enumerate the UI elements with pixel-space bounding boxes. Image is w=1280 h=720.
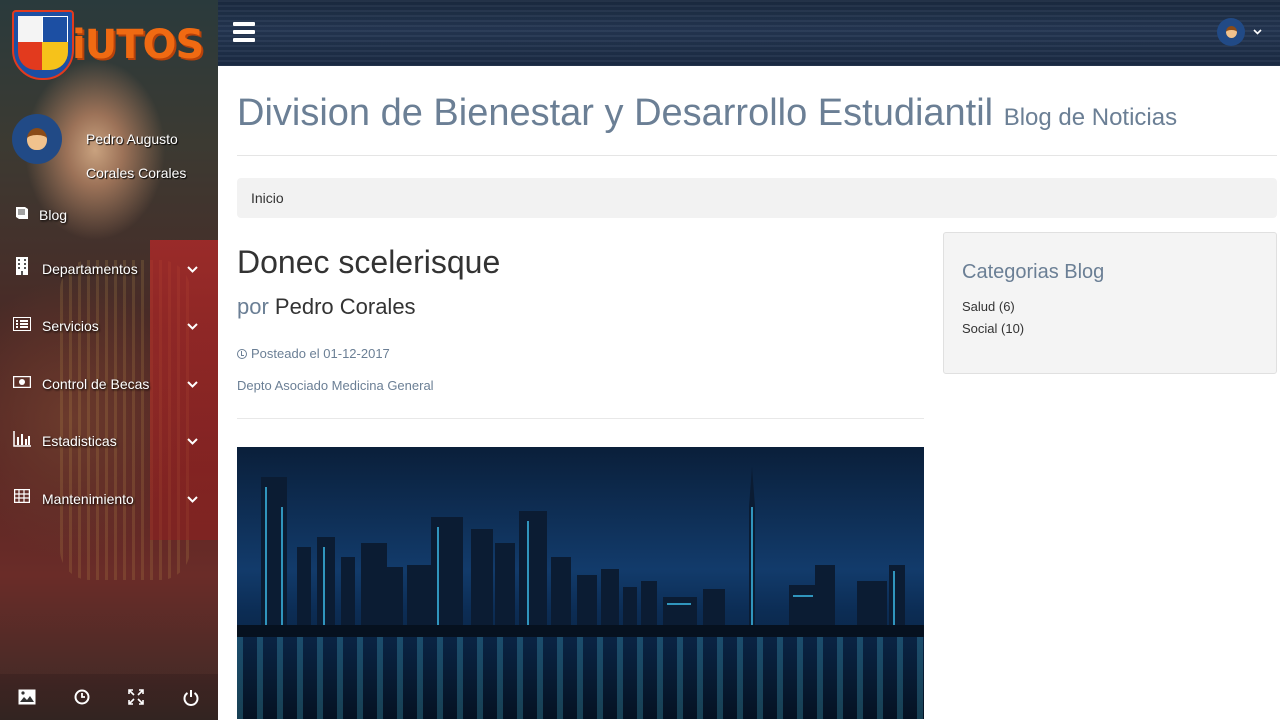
sidebar-item-blog[interactable]: Blog [0, 190, 218, 240]
sidebar-item-label: Control de Becas [42, 375, 150, 392]
page-title: Division de Bienestar y Desarrollo Estud… [237, 92, 1277, 139]
breadcrumb: Inicio [237, 178, 1277, 218]
sidebar-item-estadisticas[interactable]: Estadisticas [0, 413, 218, 471]
top-navbar [218, 0, 1280, 66]
building-icon [13, 257, 31, 280]
post-author-name: Pedro Corales [274, 294, 416, 319]
user-second-line: Corales Corales [86, 165, 187, 181]
post-department: Depto Asociado Medicina General [237, 378, 434, 393]
avatar[interactable] [12, 114, 62, 164]
picture-icon[interactable] [0, 674, 55, 720]
sidebar-item-control-de-becas[interactable]: Control de Becas [0, 355, 218, 413]
sidebar-item-label: Departamentos [42, 260, 138, 277]
chevron-down-icon [187, 319, 198, 333]
sidebar-footer [0, 674, 218, 720]
book-icon [13, 206, 31, 225]
fullscreen-icon[interactable] [109, 674, 164, 720]
chevron-down-icon [187, 377, 198, 391]
user-menu[interactable] [1217, 18, 1262, 46]
post-title[interactable]: Donec scelerisque [237, 244, 924, 280]
chevron-down-icon [187, 492, 198, 506]
avatar [1217, 18, 1245, 46]
chevron-down-icon [187, 434, 198, 448]
power-icon[interactable] [164, 674, 219, 720]
divider [237, 418, 924, 419]
category-item[interactable]: Salud (6) [962, 296, 1258, 318]
blog-post: Donec scelerisque por Pedro Corales Post… [237, 244, 924, 719]
chevron-down-icon [187, 262, 198, 276]
chevron-down-icon [1253, 27, 1262, 38]
sidebar-item-label: Servicios [42, 318, 99, 335]
sidebar-item-label: Blog [39, 207, 68, 223]
sidebar-menu: Blog Departamentos Servicios Control de … [0, 190, 218, 528]
categories-panel: Categorias Blog Salud (6) Social (10) [943, 232, 1277, 374]
money-icon [12, 375, 32, 393]
bar-chart-icon [13, 430, 31, 452]
app-logo[interactable]: iUTOS [12, 10, 207, 82]
category-item[interactable]: Social (10) [962, 318, 1258, 340]
sidebar: iUTOS Pedro Augusto Corales Corales Blog… [0, 0, 218, 720]
sidebar-item-departamentos[interactable]: Departamentos [0, 240, 218, 298]
clock-icon [237, 348, 247, 359]
user-first-line: Pedro Augusto [86, 131, 178, 147]
post-author-prefix: por [237, 294, 269, 319]
post-date: Posteado el 01-12-2017 [237, 346, 924, 361]
logo-shield-icon [12, 10, 74, 80]
page-subtitle: Blog de Noticias [1003, 104, 1178, 131]
sidebar-item-label: Mantenimiento [42, 490, 134, 507]
categories-title: Categorias Blog [962, 261, 1105, 283]
clock-icon[interactable] [55, 674, 110, 720]
main-content: Division de Bienestar y Desarrollo Estud… [237, 66, 1277, 719]
logo-text: iUTOS [72, 22, 204, 68]
divider [237, 155, 1277, 156]
sidebar-item-label: Estadisticas [42, 433, 117, 450]
page-title-text: Division de Bienestar y Desarrollo Estud… [237, 92, 994, 134]
user-name: Pedro Augusto Corales Corales [86, 122, 206, 190]
user-panel: Pedro Augusto Corales Corales [12, 114, 186, 181]
post-author: por Pedro Corales [237, 294, 924, 320]
breadcrumb-home[interactable]: Inicio [251, 190, 284, 206]
sidebar-item-mantenimiento[interactable]: Mantenimiento [0, 470, 218, 528]
sidebar-item-servicios[interactable]: Servicios [0, 298, 218, 356]
table-icon [13, 489, 31, 508]
categories-list: Salud (6) Social (10) [962, 296, 1258, 340]
post-date-text: Posteado el 01-12-2017 [251, 346, 390, 361]
menu-toggle-icon[interactable] [233, 22, 255, 42]
list-icon [13, 316, 31, 336]
post-image-city-night [237, 447, 924, 719]
